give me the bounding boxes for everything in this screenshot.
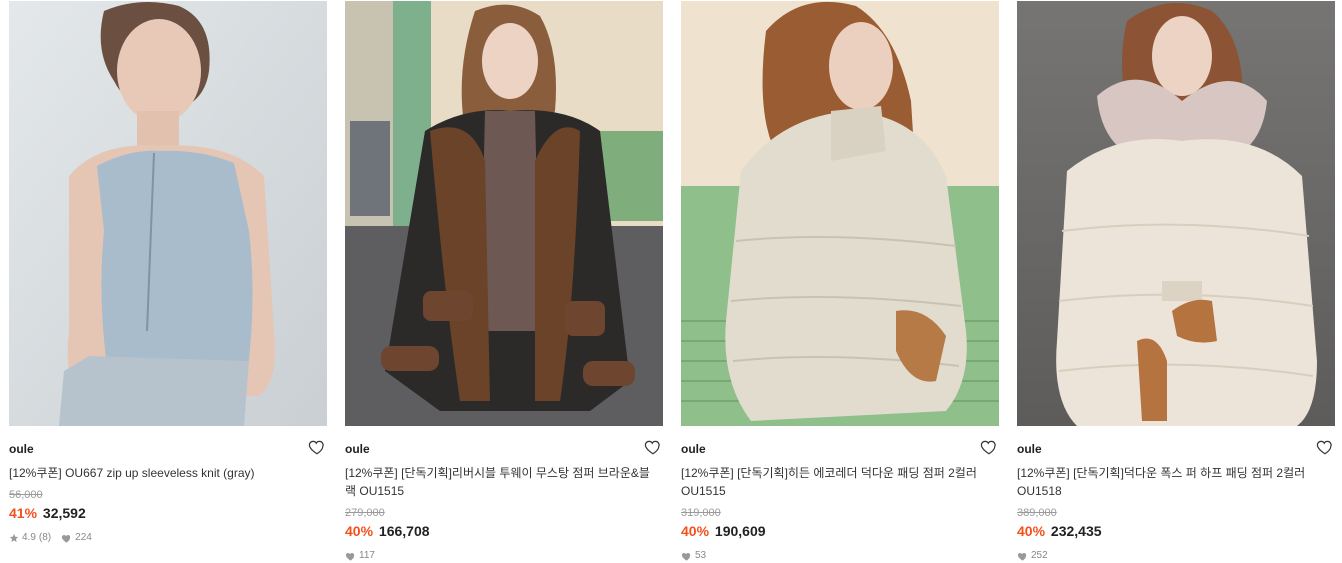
sale-line: 40% 166,708 [345,523,430,540]
product-title[interactable]: [12%쿠폰] [단독기획]덕다운 폭스 퍼 하프 패딩 점퍼 2컬러 OU15… [1017,464,1327,500]
discount-rate: 40% [681,523,710,539]
review-count: (8) [38,532,52,543]
like-count: 53 [695,550,707,561]
brand-name[interactable]: oule [1017,442,1042,456]
wishlist-heart-icon[interactable] [644,438,662,456]
brand-name[interactable]: oule [681,442,706,456]
price-block: 56,000 41% 32,592 4.9 (8) 224 [9,488,92,545]
sale-line: 40% 232,435 [1017,523,1102,540]
product-title[interactable]: [12%쿠폰] [단독기획]히든 에코레더 덕다운 패딩 점퍼 2컬러 OU15… [681,464,991,500]
like-count: 224 [75,532,92,543]
price-block: 319,000 40% 190,609 53 [681,506,766,563]
discount-rate: 40% [345,523,374,539]
wishlist-heart-icon[interactable] [308,438,326,456]
heart-filled-icon [681,553,691,561]
product-photo-sleeveless-knit [9,1,327,426]
price-block: 389,000 40% 232,435 252 [1017,506,1102,563]
like-count: 252 [1031,550,1048,561]
sale-line: 40% 190,609 [681,523,766,540]
product-photo-padded-jacket [681,1,999,426]
meta-row: 53 [681,549,766,563]
wishlist-heart-icon[interactable] [1316,438,1334,456]
discount-rate: 40% [1017,523,1046,539]
original-price: 389,000 [1017,507,1057,519]
product-title[interactable]: [12%쿠폰] OU667 zip up sleeveless knit (gr… [9,464,319,482]
discount-rate: 41% [9,505,38,521]
meta-row: 252 [1017,549,1102,563]
sale-price: 32,592 [42,505,86,521]
sale-line: 41% 32,592 [9,505,92,522]
brand-name[interactable]: oule [345,442,370,456]
price-block: 279,000 40% 166,708 117 [345,506,430,563]
product-photo-fur-padding [1017,1,1335,426]
product-photo-mustang-jacket [345,1,663,426]
like-count: 117 [359,550,375,561]
rating-value: 4.9 [22,532,36,543]
original-price: 279,000 [345,507,385,519]
original-price: 56,000 [9,489,43,501]
product-image[interactable] [345,1,663,426]
brand-name[interactable]: oule [9,442,34,456]
heart-filled-icon [345,553,355,561]
product-image[interactable] [681,1,999,426]
meta-row: 117 [345,549,430,563]
original-price: 319,000 [681,507,721,519]
product-image[interactable] [9,1,327,426]
sale-price: 232,435 [1050,523,1102,539]
meta-row: 4.9 (8) 224 [9,531,92,545]
wishlist-heart-icon[interactable] [980,438,998,456]
product-title[interactable]: [12%쿠폰] [단독기획]리버시블 투웨이 무스탕 점퍼 브라운&블랙 OU1… [345,464,655,500]
star-icon [9,533,19,542]
heart-filled-icon [1017,553,1027,561]
heart-filled-icon [62,535,71,543]
product-image[interactable] [1017,1,1335,426]
sale-price: 166,708 [378,523,430,539]
sale-price: 190,609 [714,523,766,539]
